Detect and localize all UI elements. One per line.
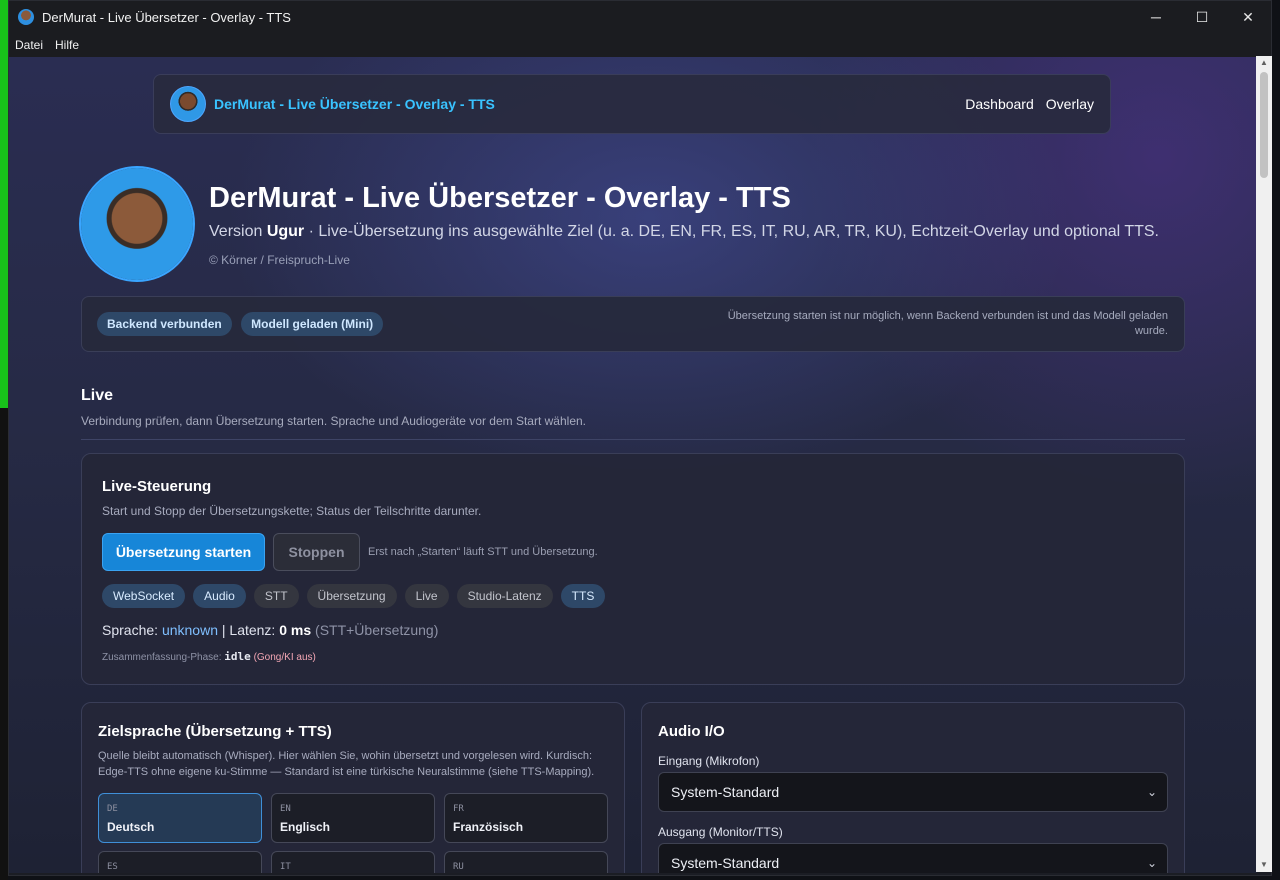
nav-dashboard[interactable]: Dashboard bbox=[965, 96, 1034, 112]
step-studio-latenz: Studio-Latenz bbox=[456, 584, 553, 608]
page-title: DerMurat - Live Übersetzer - Overlay - T… bbox=[209, 182, 791, 214]
step-uebersetzung: Übersetzung bbox=[306, 584, 397, 608]
language-value: unknown bbox=[161, 622, 218, 638]
language-option-fr[interactable]: FR Französisch bbox=[444, 793, 608, 843]
target-language-card: Zielsprache (Übersetzung + TTS) Quelle b… bbox=[81, 702, 625, 873]
window-controls: ─ ☐ ✕ bbox=[1133, 1, 1271, 33]
live-control-title: Live-Steuerung bbox=[102, 478, 212, 495]
language-latency-line: Sprache: unknown | Latenz: 0 ms (STT+Übe… bbox=[102, 622, 438, 638]
minimize-button[interactable]: ─ bbox=[1133, 1, 1179, 33]
status-badge-model: Modell geladen (Mini) bbox=[241, 312, 384, 336]
language-name: Französisch bbox=[453, 820, 524, 834]
window-title: DerMurat - Live Übersetzer - Overlay - T… bbox=[42, 9, 291, 25]
brand-link[interactable]: DerMurat - Live Übersetzer - Overlay - T… bbox=[214, 96, 495, 112]
scrollbar-thumb[interactable] bbox=[1260, 72, 1268, 178]
live-control-description: Start und Stopp der Übersetzungskette; S… bbox=[102, 504, 482, 518]
target-language-description: Quelle bleibt automatisch (Whisper). Hie… bbox=[98, 750, 595, 778]
web-content: DerMurat - Live Übersetzer - Overlay - T… bbox=[9, 57, 1257, 873]
output-device-label: Ausgang (Monitor/TTS) bbox=[658, 825, 783, 839]
nav-overlay[interactable]: Overlay bbox=[1046, 96, 1094, 112]
status-badges: Backend verbunden Modell geladen (Mini) bbox=[97, 312, 388, 336]
section-divider bbox=[81, 439, 1185, 440]
live-control-card: Live-Steuerung Start und Stopp der Übers… bbox=[81, 453, 1185, 685]
title-bar: DerMurat - Live Übersetzer - Overlay - T… bbox=[9, 1, 1271, 33]
phase-note: (Gong/KI aus) bbox=[253, 652, 316, 663]
language-code: RU bbox=[453, 862, 464, 872]
phase-label: Zusammenfassung-Phase: bbox=[102, 652, 222, 663]
language-code: DE bbox=[107, 804, 118, 814]
language-code: ES bbox=[107, 862, 118, 872]
language-code: EN bbox=[280, 804, 291, 814]
step-live: Live bbox=[404, 584, 449, 608]
input-device-value: System-Standard bbox=[671, 784, 780, 800]
page-subtitle: Version Ugur · Live-Übersetzung ins ausg… bbox=[209, 223, 1159, 241]
pipeline-steps: WebSocket Audio STT Übersetzung Live Stu… bbox=[102, 584, 613, 608]
chevron-down-icon: ⌄ bbox=[1146, 856, 1157, 870]
hero: DerMurat - Live Übersetzer - Overlay - T… bbox=[81, 168, 1185, 280]
start-hint: Erst nach „Starten“ läuft STT und Überse… bbox=[368, 546, 598, 558]
maximize-button[interactable]: ☐ bbox=[1179, 1, 1225, 33]
language-name: Englisch bbox=[280, 820, 331, 834]
version-name: Ugur bbox=[266, 223, 305, 240]
language-option-en[interactable]: EN Englisch bbox=[271, 793, 435, 843]
section-title-live: Live bbox=[81, 387, 114, 404]
status-hint: Übersetzung starten ist nur möglich, wen… bbox=[727, 310, 1168, 337]
latency-label: | Latenz: bbox=[221, 622, 276, 638]
language-option-de[interactable]: DE Deutsch bbox=[98, 793, 262, 843]
language-code: IT bbox=[280, 862, 291, 872]
avatar-large bbox=[81, 168, 193, 280]
step-tts: TTS bbox=[560, 584, 606, 608]
status-card: Backend verbunden Modell geladen (Mini) … bbox=[81, 296, 1185, 352]
status-badge-backend: Backend verbunden bbox=[97, 312, 232, 336]
avatar bbox=[170, 86, 206, 122]
latency-note: (STT+Übersetzung) bbox=[315, 622, 439, 638]
language-name: Deutsch bbox=[107, 820, 155, 834]
output-device-select[interactable]: System-Standard ⌄ bbox=[658, 843, 1168, 873]
close-button[interactable]: ✕ bbox=[1225, 1, 1271, 33]
chevron-down-icon: ⌄ bbox=[1146, 785, 1157, 799]
app-window: DerMurat - Live Übersetzer - Overlay - T… bbox=[8, 0, 1272, 876]
phase-value: idle bbox=[224, 650, 251, 663]
scroll-down-arrow-icon[interactable]: ▼ bbox=[1256, 858, 1272, 872]
nav-links: Dashboard Overlay bbox=[953, 75, 1094, 133]
language-code: FR bbox=[453, 804, 464, 814]
desktop-background bbox=[0, 0, 8, 408]
menu-datei[interactable]: Datei bbox=[9, 38, 49, 52]
latency-value: 0 ms bbox=[279, 622, 312, 638]
step-websocket: WebSocket bbox=[102, 584, 186, 608]
step-stt: STT bbox=[253, 584, 299, 608]
language-option-it[interactable]: IT bbox=[271, 851, 435, 873]
top-navbar: DerMurat - Live Übersetzer - Overlay - T… bbox=[153, 74, 1111, 134]
stop-button[interactable]: Stoppen bbox=[273, 533, 360, 571]
start-translation-button[interactable]: Übersetzung starten bbox=[102, 533, 265, 571]
step-audio: Audio bbox=[193, 584, 246, 608]
language-label: Sprache: bbox=[102, 622, 159, 638]
version-prefix: Version bbox=[209, 223, 263, 240]
input-device-select[interactable]: System-Standard ⌄ bbox=[658, 772, 1168, 812]
desktop-background-lower bbox=[0, 408, 8, 880]
vertical-scrollbar[interactable]: ▲ ▼ bbox=[1256, 56, 1272, 872]
target-language-title: Zielsprache (Übersetzung + TTS) bbox=[98, 723, 332, 740]
scroll-up-arrow-icon[interactable]: ▲ bbox=[1256, 56, 1272, 70]
menu-hilfe[interactable]: Hilfe bbox=[49, 38, 85, 52]
audio-io-title: Audio I/O bbox=[658, 723, 725, 740]
language-option-es[interactable]: ES bbox=[98, 851, 262, 873]
section-description-live: Verbindung prüfen, dann Übersetzung star… bbox=[81, 414, 586, 428]
subtitle-text: · Live-Übersetzung ins ausgewählte Ziel … bbox=[308, 223, 1159, 240]
audio-io-card: Audio I/O Eingang (Mikrofon) System-Stan… bbox=[641, 702, 1185, 873]
input-device-label: Eingang (Mikrofon) bbox=[658, 754, 760, 768]
summary-phase-line: Zusammenfassung-Phase: idle (Gong/KI aus… bbox=[102, 650, 316, 663]
menu-bar: Datei Hilfe bbox=[9, 33, 1271, 57]
output-device-value: System-Standard bbox=[671, 855, 780, 871]
app-icon bbox=[18, 9, 34, 25]
copyright: © Körner / Freispruch-Live bbox=[209, 253, 350, 267]
language-option-ru[interactable]: RU bbox=[444, 851, 608, 873]
